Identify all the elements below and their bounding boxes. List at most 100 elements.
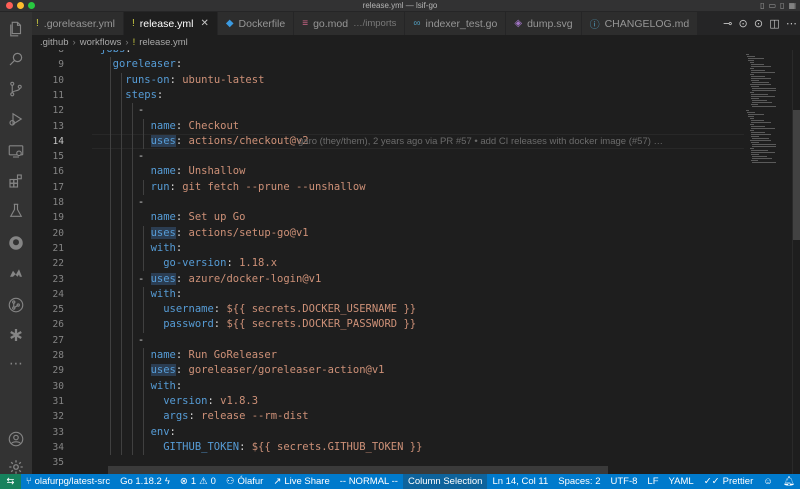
minimap-line (749, 130, 754, 131)
minimap-line (752, 88, 776, 89)
code-line[interactable]: with: (100, 379, 183, 394)
code-line[interactable]: with: (100, 287, 183, 302)
live-share-status[interactable]: ↗ Live Share (268, 474, 334, 489)
code-line[interactable]: - uses: azure/docker-login@v1 (100, 272, 321, 287)
code-editor[interactable]: 8 9 10 11 12 13 14 15 16 17 18 19 20 21 22 23 24 25 26 27 28… (32, 50, 744, 474)
layout-controls: ▯ ▭ ▯ ▦ (760, 1, 796, 10)
split-editor-icon[interactable]: ◫ (769, 17, 779, 30)
code-line[interactable]: goreleaser: (100, 57, 183, 72)
tab-dockerfile[interactable]: ◆ Dockerfile (217, 12, 295, 35)
horizontal-scrollbar[interactable] (108, 466, 608, 474)
code-line[interactable]: - (100, 195, 144, 210)
code-line[interactable]: version: v1.8.3 (100, 394, 258, 409)
line-number: 21 (52, 242, 64, 254)
line-number: 28 (52, 350, 64, 361)
sourcegraph-icon[interactable] (0, 258, 32, 288)
branch-status[interactable]: ⑂ olafurpg/latest-src (21, 474, 115, 489)
minimap-line (752, 158, 772, 159)
feedback-status[interactable]: ☺ (758, 474, 778, 489)
code-line[interactable]: GITHUB_TOKEN: ${{ secrets.GITHUB_TOKEN }… (100, 440, 422, 455)
tab-go-mod[interactable]: ≡ go.mod …/imports (294, 12, 406, 35)
more-actions-icon[interactable]: ⋯ (786, 17, 797, 30)
encoding-status[interactable]: UTF-8 (606, 474, 643, 489)
toggle-panel-icon[interactable]: ▭ (768, 1, 776, 10)
scrollbar-thumb[interactable] (793, 110, 800, 240)
go-version-status[interactable]: Go 1.18.2 ϟ (115, 474, 175, 489)
line-number: 32 (52, 411, 64, 423)
title-bar: release.yml — lsif-go ▯ ▭ ▯ ▦ (0, 0, 800, 12)
code-line[interactable]: runs-on: ubuntu-latest (100, 73, 264, 88)
close-tab-icon[interactable]: ✕ (200, 18, 208, 29)
code-line[interactable]: password: ${{ secrets.DOCKER_PASSWORD }} (100, 317, 416, 332)
line-number: 12 (52, 105, 64, 117)
code-area[interactable]: jobs: goreleaser: runs-on: ubuntu-latest… (100, 50, 744, 474)
asterisk-extension-icon[interactable] (0, 320, 32, 350)
user-status[interactable]: ⚇ Ólafur (221, 474, 268, 489)
code-line[interactable]: name: Run GoReleaser (100, 348, 277, 363)
line-number: 10 (52, 74, 64, 86)
tab-goreleaser-yml[interactable]: ! .goreleaser.yml (32, 12, 124, 35)
user-name: Ólafur (237, 476, 264, 487)
minimap-line (749, 148, 754, 149)
minimap-line (750, 142, 759, 143)
gitlens-icon[interactable] (0, 290, 32, 320)
code-line[interactable]: - (100, 149, 144, 164)
code-line[interactable]: with: (100, 241, 183, 256)
minimap-line (750, 154, 759, 155)
toggle-sidebar-icon[interactable]: ▯ (760, 1, 764, 10)
minimap-line (752, 82, 769, 83)
extensions-icon[interactable] (0, 166, 32, 196)
minimap[interactable] (744, 50, 792, 474)
remote-indicator[interactable]: ⇆ (0, 474, 21, 489)
warning-icon: ⚠ (199, 476, 208, 487)
breadcrumb-item[interactable]: release.yml (139, 37, 188, 48)
minimap-line (752, 162, 776, 163)
tab-release-yml[interactable]: ! release.yml ✕ (123, 12, 218, 35)
github-icon[interactable] (0, 228, 32, 258)
vertical-scrollbar[interactable] (792, 50, 800, 474)
language-mode-status[interactable]: YAML (664, 474, 699, 489)
problems-status[interactable]: ⊗ 1 ⚠ 0 (175, 474, 221, 489)
toggle-secondary-sidebar-icon[interactable]: ▯ (780, 1, 784, 10)
account-icon[interactable] (0, 424, 32, 454)
minimap-line (750, 70, 765, 71)
tab-description: …/imports (353, 18, 397, 29)
tab-changelog-md[interactable]: ⓘ CHANGELOG.md (581, 12, 699, 35)
code-line[interactable]: env: (100, 425, 176, 440)
run-debug-icon[interactable] (0, 104, 32, 134)
git-blame-annotation[interactable]: garo (they/them), 2 years ago via PR #57… (298, 134, 663, 149)
window-title: release.yml — lsif-go (362, 1, 438, 10)
previous-change-icon[interactable]: ⊙ (739, 17, 748, 30)
more-icon[interactable]: ⋯ (0, 348, 32, 378)
indentation-status[interactable]: Spaces: 2 (553, 474, 605, 489)
go-file-icon: ∞ (413, 18, 421, 29)
breadcrumb-item[interactable]: workflows (80, 37, 122, 48)
code-line[interactable]: jobs: (100, 50, 132, 57)
cursor-position-status[interactable]: Ln 14, Col 11 (487, 474, 553, 489)
explorer-icon[interactable] (0, 14, 32, 44)
code-line[interactable]: - (100, 103, 144, 118)
code-line[interactable]: go-version: 1.18.x (100, 256, 277, 271)
remote-explorer-icon[interactable] (0, 136, 32, 166)
minimap-line (750, 126, 765, 127)
minimap-line (752, 146, 776, 147)
source-control-icon[interactable] (0, 74, 32, 104)
minimap-line (750, 120, 764, 121)
eol-status[interactable]: LF (642, 474, 663, 489)
code-line[interactable]: - (100, 333, 144, 348)
prettier-status[interactable]: ✓✓ Prettier (699, 474, 759, 489)
line-number: 16 (52, 166, 64, 178)
notifications-status[interactable]: 🔔︎ (778, 474, 800, 489)
docker-file-icon: ◆ (225, 18, 234, 29)
tab-indexer-test-go[interactable]: ∞ indexer_test.go (405, 12, 507, 35)
next-change-icon[interactable]: ⊙ (754, 17, 763, 30)
column-selection-status[interactable]: Column Selection (402, 474, 488, 489)
code-line[interactable]: run: git fetch --prune --unshallow (100, 180, 366, 195)
search-icon[interactable] (0, 44, 32, 74)
breadcrumb-item[interactable]: .github (40, 37, 69, 48)
testing-icon[interactable] (0, 196, 32, 226)
tab-dump-svg[interactable]: ◈ dump.svg (506, 12, 582, 35)
open-changes-icon[interactable]: ⊸ (723, 17, 732, 30)
customize-layout-icon[interactable]: ▦ (788, 1, 796, 10)
code-line[interactable]: username: ${{ secrets.DOCKER_USERNAME }} (100, 302, 416, 317)
